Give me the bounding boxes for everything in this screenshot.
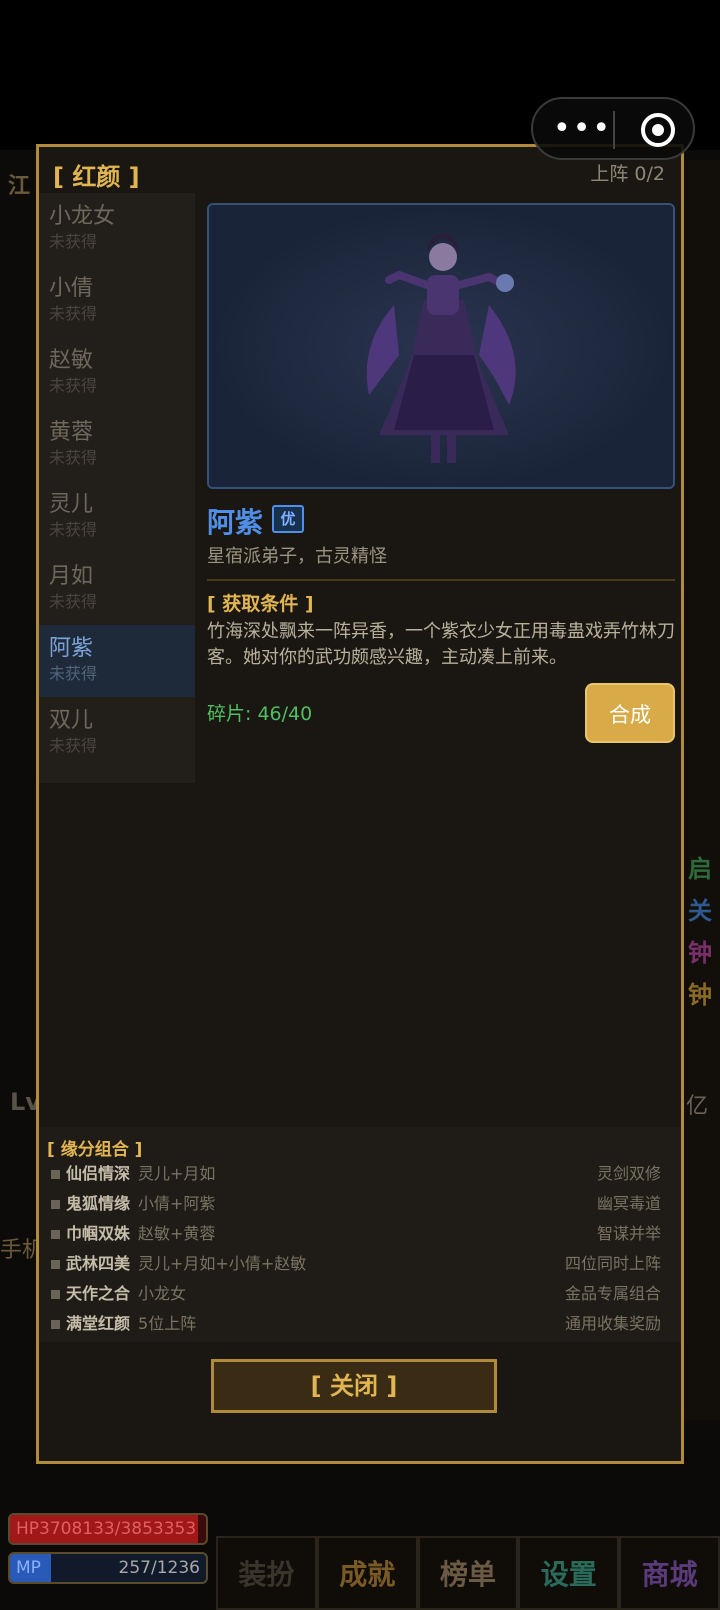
list-item-xiaoqian[interactable]: 小倩 未获得: [39, 265, 195, 337]
list-item-name: 小龙女: [49, 204, 116, 229]
hero-description: 星宿派弟子，古灵精怪: [207, 546, 387, 567]
background-side-panel: [680, 160, 720, 1420]
hero-name: 阿紫: [207, 506, 264, 539]
character-illustration: [209, 205, 673, 487]
list-item-xiaolongnv[interactable]: 小龙女 未获得: [39, 193, 195, 265]
bullet-icon: [51, 1290, 60, 1299]
fate-title: [ 缘分组合 ]: [47, 1140, 143, 1160]
list-item-zhaomin[interactable]: 赵敏 未获得: [39, 337, 195, 409]
list-item-name: 阿紫: [49, 636, 94, 661]
bottom-navigation: 装扮 成就 榜单 设置 商城: [216, 1536, 720, 1610]
beauty-list: 小龙女 未获得 小倩 未获得 赵敏 未获得 黄蓉 未获得 灵儿 未获得 月如 未…: [39, 193, 195, 783]
bullet-icon: [51, 1200, 60, 1209]
nav-rankings[interactable]: 榜单: [417, 1536, 519, 1610]
fate-name: 仙侣情深: [66, 1164, 131, 1183]
background-billion-label: 亿: [686, 1094, 709, 1119]
nav-dress-up[interactable]: 装扮: [216, 1536, 317, 1610]
more-options-icon[interactable]: •••: [553, 114, 610, 144]
fate-name: 鬼狐情缘: [66, 1194, 131, 1213]
bullet-icon: [51, 1260, 60, 1269]
fate-members: 灵儿+月如: [138, 1164, 216, 1183]
fate-effect: 通用收集奖励: [564, 1314, 661, 1333]
list-item-huangrong[interactable]: 黄蓉 未获得: [39, 409, 195, 481]
grade-badge: 优: [272, 505, 304, 533]
shard-count: 碎片: 46/40: [207, 703, 313, 725]
fate-effect: 智谋并举: [596, 1224, 661, 1243]
condition-title: [ 获取条件 ]: [207, 593, 314, 615]
fate-name: 满堂红颜: [66, 1314, 131, 1333]
list-item-shuanger[interactable]: 双儿 未获得: [39, 697, 195, 769]
list-item-status: 未获得: [49, 232, 98, 251]
bullet-icon: [51, 1170, 60, 1179]
section-divider: [207, 579, 675, 581]
beauty-modal: [ 红颜 ] 上阵 0/2 小龙女 未获得 小倩 未获得 赵敏 未获得 黄蓉 未…: [36, 144, 684, 1464]
close-miniprogram-icon[interactable]: [641, 113, 675, 147]
list-item-status: 未获得: [49, 376, 98, 395]
nav-settings[interactable]: 设置: [518, 1536, 620, 1610]
fate-name: 天作之合: [66, 1284, 131, 1303]
fate-effect: 四位同时上阵: [564, 1254, 661, 1273]
list-item-status: 未获得: [49, 448, 98, 467]
fate-effect: 金品专属组合: [564, 1284, 661, 1303]
list-item-name: 月如: [49, 564, 94, 589]
bullet-icon: [51, 1320, 60, 1329]
fate-row: 巾帼双姝 赵敏+黄蓉 智谋并举: [51, 1219, 661, 1249]
list-item-azi[interactable]: 阿紫 未获得: [39, 625, 195, 697]
fate-members: 赵敏+黄蓉: [138, 1224, 216, 1243]
fate-name: 巾帼双姝: [66, 1224, 131, 1243]
list-item-status: 未获得: [49, 664, 98, 683]
nav-shop[interactable]: 商城: [619, 1536, 720, 1610]
list-item-name: 赵敏: [49, 348, 94, 373]
list-item-status: 未获得: [49, 736, 98, 755]
hp-text: HP3708133/3853353: [16, 1519, 197, 1539]
fate-effect: 幽冥毒道: [596, 1194, 661, 1213]
fate-members: 小龙女: [138, 1284, 187, 1303]
fate-members: 5位上阵: [138, 1314, 197, 1333]
fate-row: 天作之合 小龙女 金品专属组合: [51, 1279, 661, 1309]
hero-portrait: [207, 203, 675, 489]
fate-combo-panel: [ 缘分组合 ] 仙侣情深 灵儿+月如 灵剑双修 鬼狐情缘 小倩+阿紫 幽冥毒道 巾帼双…: [39, 1127, 681, 1342]
mp-bar: MP 257/1236: [8, 1552, 208, 1584]
mp-value: 257/1236: [118, 1558, 200, 1578]
fate-row: 武林四美 灵儿+月如+小倩+赵敏 四位同时上阵: [51, 1249, 661, 1279]
fate-members: 小倩+阿紫: [138, 1194, 216, 1213]
list-item-status: 未获得: [49, 520, 98, 539]
fate-name: 武林四美: [66, 1254, 131, 1273]
fate-row: 鬼狐情缘 小倩+阿紫 幽冥毒道: [51, 1189, 661, 1219]
fate-row: 满堂红颜 5位上阵 通用收集奖励: [51, 1309, 661, 1339]
fate-members: 灵儿+月如+小倩+赵敏: [138, 1254, 307, 1273]
bullet-icon: [51, 1230, 60, 1239]
background-label-jiang: 江: [8, 174, 31, 199]
list-item-linger[interactable]: 灵儿 未获得: [39, 481, 195, 553]
hp-bar: HP3708133/3853353: [8, 1513, 208, 1545]
deployed-count: 上阵 0/2: [590, 163, 665, 185]
list-item-yueru[interactable]: 月如 未获得: [39, 553, 195, 625]
menu-capsule: •••: [531, 97, 695, 160]
fate-row: 仙侣情深 灵儿+月如 灵剑双修: [51, 1159, 661, 1189]
list-item-name: 黄蓉: [49, 420, 94, 445]
list-item-status: 未获得: [49, 304, 98, 323]
list-item-status: 未获得: [49, 592, 98, 611]
capsule-divider: [613, 111, 615, 149]
list-item-name: 灵儿: [49, 492, 94, 517]
mp-label: MP: [16, 1558, 41, 1578]
list-item-name: 小倩: [49, 276, 94, 301]
condition-text: 竹海深处飘来一阵异香，一个紫衣少女正用毒蛊戏弄竹林刀客。她对你的武功颇感兴趣，主…: [207, 621, 675, 668]
modal-title: [ 红颜 ]: [53, 163, 140, 191]
synthesize-button[interactable]: 合成: [585, 683, 675, 743]
background-left-labels: 江: [8, 168, 30, 200]
fate-effect: 灵剑双修: [596, 1164, 661, 1183]
list-item-name: 双儿: [49, 708, 94, 733]
nav-achievements[interactable]: 成就: [316, 1536, 418, 1610]
close-button[interactable]: [ 关闭 ]: [211, 1359, 497, 1413]
